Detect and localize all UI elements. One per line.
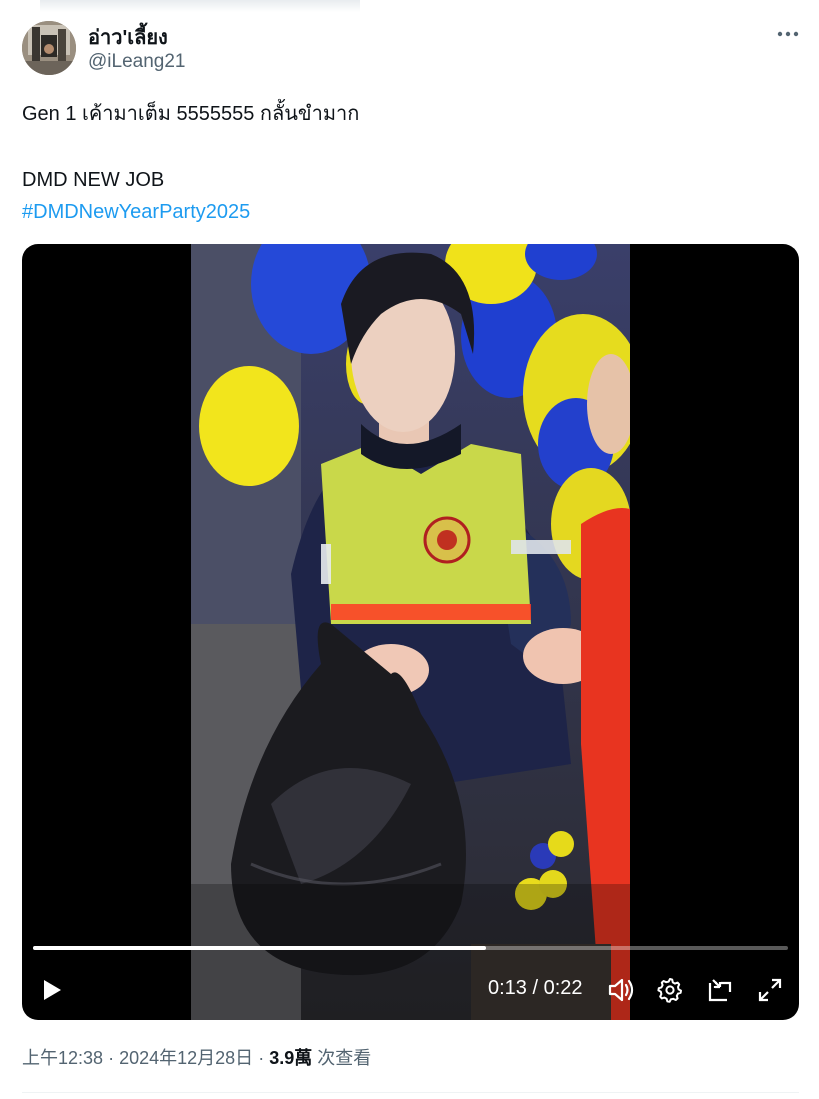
hashtag-link[interactable]: #DMDNewYearParty2025 — [22, 196, 782, 228]
views-label: 次查看 — [317, 1048, 372, 1068]
current-time: 0:13 — [488, 977, 527, 999]
avatar-image — [22, 21, 76, 75]
more-dots-icon — [777, 31, 799, 37]
video-progress-bar[interactable] — [33, 946, 788, 950]
meta-separator: · — [258, 1048, 265, 1068]
time-separator: / — [526, 977, 544, 999]
tweet-text-line: Gen 1 เค้ามาเต็ม 5555555 กลั้นขำมาก — [22, 103, 360, 125]
views-count: 3.9萬 — [269, 1048, 313, 1068]
tweet-metadata: 上午12:38 · 2024年12月28日 · 3.9萬 次查看 — [22, 1044, 371, 1070]
video-progress-fill — [33, 946, 486, 950]
divider — [22, 1092, 799, 1093]
avatar[interactable] — [22, 21, 76, 75]
picture-in-picture-icon — [708, 979, 732, 1002]
fullscreen-button[interactable] — [754, 974, 786, 1006]
meta-separator: · — [108, 1048, 115, 1068]
user-handle[interactable]: @iLeang21 — [88, 51, 185, 73]
volume-button[interactable] — [605, 974, 637, 1006]
display-name[interactable]: อ่าว'เลี้ยง — [88, 21, 168, 53]
tweet-time[interactable]: 上午12:38 — [22, 1048, 103, 1068]
top-fade — [40, 0, 360, 12]
more-options-button[interactable] — [772, 22, 804, 46]
play-icon — [44, 980, 61, 1000]
pip-button[interactable] — [704, 974, 736, 1006]
video-time: 0:13 / 0:22 — [488, 977, 583, 1000]
settings-button[interactable] — [654, 974, 686, 1006]
volume-icon — [608, 978, 634, 1002]
duration: 0:22 — [543, 977, 583, 999]
tweet-date[interactable]: 2024年12月28日 — [119, 1048, 253, 1068]
play-button[interactable] — [36, 974, 68, 1006]
tweet-text: Gen 1 เค้ามาเต็ม 5555555 กลั้นขำมาก DMD … — [22, 98, 782, 228]
gear-icon — [657, 978, 682, 1003]
video-frame — [191, 244, 630, 1020]
tweet-text-line: DMD NEW JOB — [22, 169, 165, 191]
fullscreen-icon — [758, 978, 782, 1002]
video-player[interactable]: 0:13 / 0:22 — [22, 244, 799, 1020]
